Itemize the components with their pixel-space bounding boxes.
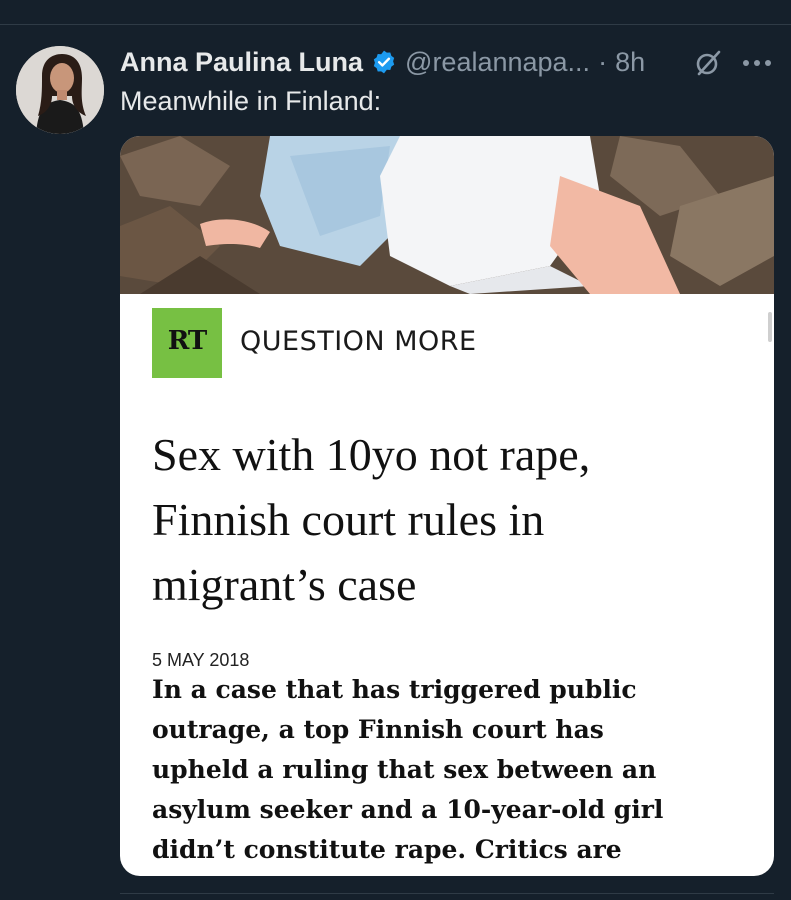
bottom-divider: [120, 893, 774, 894]
tweet-text: Meanwhile in Finland:: [120, 86, 382, 116]
display-name[interactable]: Anna Paulina Luna: [120, 47, 363, 78]
rt-logo: RT: [152, 308, 222, 378]
article-photo: [120, 136, 774, 294]
body-line: upheld a ruling that sex between an: [152, 755, 657, 784]
headline-line: Sex with 10yo not rape,: [152, 429, 591, 480]
more-icon[interactable]: [740, 50, 774, 76]
avatar-photo: [16, 46, 104, 134]
body-line: outrage, a top Finnish court has: [152, 715, 604, 744]
verified-badge-icon: [373, 50, 395, 74]
article-body: In a case that has triggered public outr…: [152, 670, 762, 870]
top-divider: [0, 24, 791, 25]
media-card[interactable]: RT QUESTION MORE Sex with 10yo not rape,…: [120, 136, 774, 876]
tweet-header: Anna Paulina Luna @realannapa... · 8h: [120, 44, 645, 80]
body-line: asylum seeker and a 10-year-old girl: [152, 795, 664, 824]
user-handle[interactable]: @realannapa...: [405, 47, 590, 78]
timestamp[interactable]: 8h: [615, 47, 645, 78]
rt-tagline: QUESTION MORE: [240, 326, 477, 357]
body-line: In a case that has triggered public: [152, 675, 637, 704]
grok-icon[interactable]: [693, 48, 723, 78]
body-line: didn’t constitute rape. Critics are: [152, 835, 622, 864]
headline-line: migrant’s case: [152, 559, 417, 610]
separator-dot: ·: [598, 46, 608, 77]
scrollbar[interactable]: [768, 312, 772, 342]
headline-line: Finnish court rules in: [152, 494, 545, 545]
article-date: 5 MAY 2018: [152, 650, 250, 670]
rt-logo-text: RT: [167, 326, 208, 356]
avatar[interactable]: [16, 46, 104, 134]
article-headline: Sex with 10yo not rape, Finnish court ru…: [152, 422, 752, 617]
